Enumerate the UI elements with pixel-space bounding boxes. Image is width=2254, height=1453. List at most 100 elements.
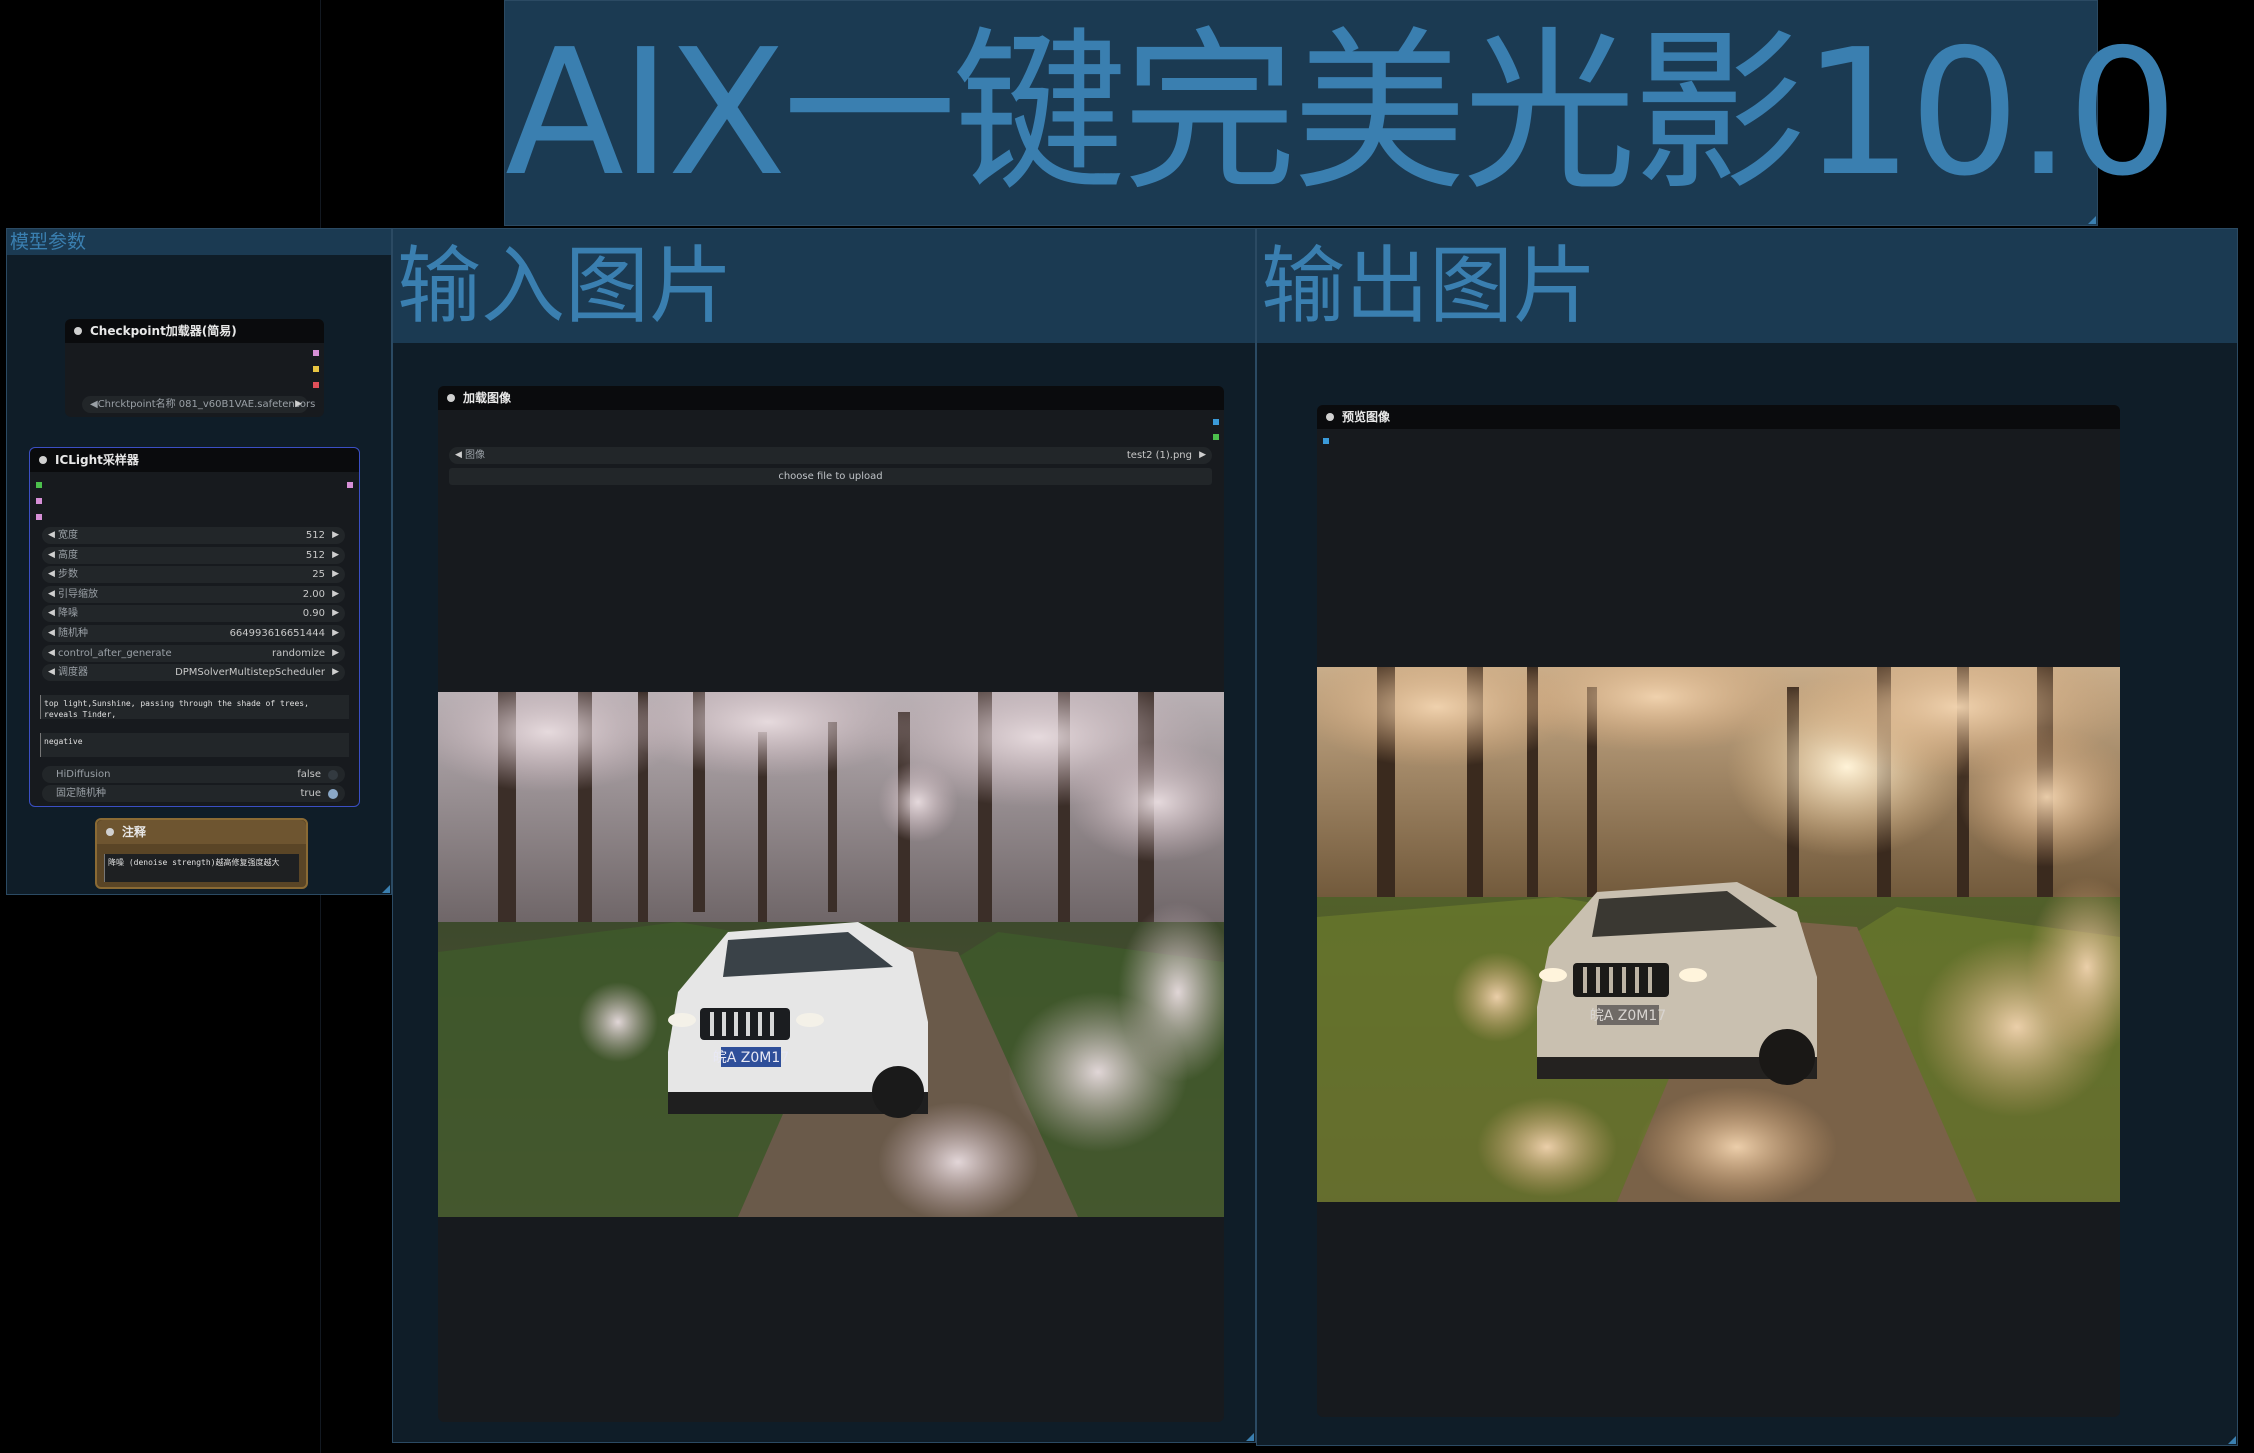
param-label: 降噪 <box>58 608 78 620</box>
ckpt-name-combo[interactable]: ◀Chrcktpoint名称 081_v60B1VAE.safetensors … <box>82 396 315 413</box>
param-value: 25 <box>312 569 325 581</box>
prev-arrow-icon[interactable]: ◀ <box>48 566 55 583</box>
next-arrow-icon[interactable]: ▶ <box>295 396 302 413</box>
upload-label: choose file to upload <box>778 471 883 482</box>
param-value: 512 <box>305 530 325 541</box>
preview-image-node[interactable]: 预览图像 皖A Z0M17 <box>1317 405 2120 1417</box>
prev-arrow-icon[interactable]: ◀ <box>48 645 55 662</box>
input-port-negative[interactable] <box>36 514 42 520</box>
iclight-sampler-node[interactable]: ICLight采样器 ◀ 宽度 512 ▶ ◀ 高度 512 ▶ ◀ 步数 25 ▶ ◀ 引导缩放 2.00… <box>29 447 360 807</box>
checkpoint-loader-node[interactable]: Checkpoint加载器(简易) ◀Chrcktpoint名称 081_v60… <box>65 319 324 417</box>
toggle-knob-icon <box>328 789 338 799</box>
next-arrow-icon[interactable]: ▶ <box>332 625 339 642</box>
hidiffusion-toggle[interactable]: HiDiffusion false <box>42 766 345 783</box>
node-header[interactable]: 注释 <box>97 820 306 844</box>
positive-prompt-text: top light,Sunshine, passing through the … <box>44 699 309 719</box>
node-title: Checkpoint加载器(简易) <box>90 324 237 338</box>
node-collapse-dot[interactable] <box>106 828 114 836</box>
node-title: 加载图像 <box>463 391 512 405</box>
load-image-node[interactable]: 加载图像 ◀ 图像 test2 (1).png ▶ choose file to… <box>438 386 1224 1422</box>
group-title: 输出图片 <box>1261 237 1598 335</box>
param-widget[interactable]: ◀ 宽度 512 ▶ <box>42 527 345 544</box>
node-collapse-dot[interactable] <box>447 394 455 402</box>
plate-text: 皖A Z0M17 <box>1590 1008 1666 1024</box>
param-label: 引导缩放 <box>58 588 98 600</box>
node-title: 预览图像 <box>1342 410 1391 424</box>
next-arrow-icon[interactable]: ▶ <box>332 547 339 564</box>
toggle-label: 固定随机种 <box>56 788 106 799</box>
next-arrow-icon[interactable]: ▶ <box>332 605 339 622</box>
toggle-value: true <box>300 788 321 799</box>
prev-arrow-icon[interactable]: ◀ <box>48 664 55 681</box>
resize-handle[interactable] <box>1246 1433 1254 1441</box>
param-label: control_after_generate <box>58 647 172 659</box>
param-widget[interactable]: ◀ 步数 25 ▶ <box>42 566 345 584</box>
node-title: ICLight采样器 <box>55 453 139 467</box>
toggle-knob-icon <box>328 770 338 780</box>
next-arrow-icon[interactable]: ▶ <box>332 664 339 681</box>
input-port-model[interactable] <box>36 482 42 488</box>
node-header[interactable]: 加载图像 <box>438 386 1224 410</box>
input-port-positive[interactable] <box>36 498 42 504</box>
prev-arrow-icon[interactable]: ◀ <box>48 625 55 642</box>
param-widget[interactable]: ◀ 降噪 0.90 ▶ <box>42 605 345 623</box>
prev-arrow-icon[interactable]: ◀ <box>455 447 462 464</box>
note-text: 降噪 (denoise strength)越高修复强度越大 <box>108 858 280 867</box>
param-label: 调度器 <box>58 667 88 679</box>
negative-prompt-text: negative <box>44 737 83 746</box>
param-value: 2.00 <box>302 588 325 600</box>
resize-handle[interactable] <box>2228 1436 2236 1444</box>
ckpt-value: ◀Chrcktpoint名称 081_v60B1VAE.safetensors <box>90 399 316 410</box>
upload-button[interactable]: choose file to upload <box>449 468 1212 485</box>
node-header[interactable]: ICLight采样器 <box>30 448 359 472</box>
param-widget[interactable]: ◀ 随机种 664993616651444 ▶ <box>42 625 345 642</box>
node-header[interactable]: Checkpoint加载器(简易) <box>65 319 324 343</box>
param-value: 512 <box>305 549 325 561</box>
image-combo[interactable]: ◀ 图像 test2 (1).png ▶ <box>449 447 1212 464</box>
param-widget[interactable]: ◀ 引导缩放 2.00 ▶ <box>42 585 345 603</box>
param-widget[interactable]: ◀ 高度 512 ▶ <box>42 546 345 564</box>
output-port-latent[interactable] <box>347 482 353 488</box>
positive-prompt-textarea[interactable]: top light,Sunshine, passing through the … <box>40 695 349 719</box>
next-arrow-icon[interactable]: ▶ <box>332 586 339 603</box>
group-title: 输入图片 <box>397 237 734 335</box>
param-widget[interactable]: ◀ control_after_generate randomize ▶ <box>42 644 345 662</box>
resize-handle[interactable] <box>2088 216 2096 224</box>
scene-image: 皖A Z0M17 <box>1317 667 2120 1202</box>
banner-title: AIX一键完美光影10.0 <box>505 12 2178 215</box>
resize-handle[interactable] <box>382 885 390 893</box>
next-arrow-icon[interactable]: ▶ <box>332 645 339 662</box>
prev-arrow-icon[interactable]: ◀ <box>48 547 55 564</box>
param-widget[interactable]: ◀ 调度器 DPMSolverMultistepScheduler ▶ <box>42 664 345 682</box>
note-textarea[interactable]: 降噪 (denoise strength)越高修复强度越大 <box>104 854 299 882</box>
group-title: 模型参数 <box>10 231 87 253</box>
image-label: 图像 <box>465 450 485 461</box>
next-arrow-icon[interactable]: ▶ <box>1199 447 1206 464</box>
output-port-vae[interactable] <box>313 382 319 388</box>
output-port-model[interactable] <box>313 350 319 356</box>
prev-arrow-icon[interactable]: ◀ <box>48 586 55 603</box>
comfyui-canvas[interactable]: AIX一键完美光影10.0 模型参数 输入图片 输出图片 Checkpoint加… <box>0 0 2254 1453</box>
next-arrow-icon[interactable]: ▶ <box>332 566 339 583</box>
input-port-images[interactable] <box>1323 438 1329 444</box>
prev-arrow-icon[interactable]: ◀ <box>48 527 55 544</box>
prev-arrow-icon[interactable]: ◀ <box>48 605 55 622</box>
banner-group[interactable]: AIX一键完美光影10.0 <box>504 0 2178 226</box>
output-port-clip[interactable] <box>313 366 319 372</box>
output-port-mask[interactable] <box>1213 434 1219 440</box>
negative-prompt-textarea[interactable]: negative <box>40 733 349 757</box>
toggle-value: false <box>297 769 321 780</box>
note-node[interactable]: 注释 降噪 (denoise strength)越高修复强度越大 <box>95 818 308 889</box>
node-collapse-dot[interactable] <box>39 456 47 464</box>
node-header[interactable]: 预览图像 <box>1317 405 2120 429</box>
param-label: 高度 <box>58 549 78 561</box>
node-collapse-dot[interactable] <box>1326 413 1334 421</box>
plate-text: 皖A Z0M17 <box>713 1050 789 1066</box>
param-value: randomize <box>272 647 325 659</box>
output-port-image[interactable] <box>1213 419 1219 425</box>
node-collapse-dot[interactable] <box>74 327 82 335</box>
param-value: DPMSolverMultistepScheduler <box>175 667 325 679</box>
input-image-preview: 皖A Z0M17 <box>438 692 1224 1217</box>
next-arrow-icon[interactable]: ▶ <box>332 527 339 544</box>
fixed-seed-toggle[interactable]: 固定随机种 true <box>42 785 345 802</box>
